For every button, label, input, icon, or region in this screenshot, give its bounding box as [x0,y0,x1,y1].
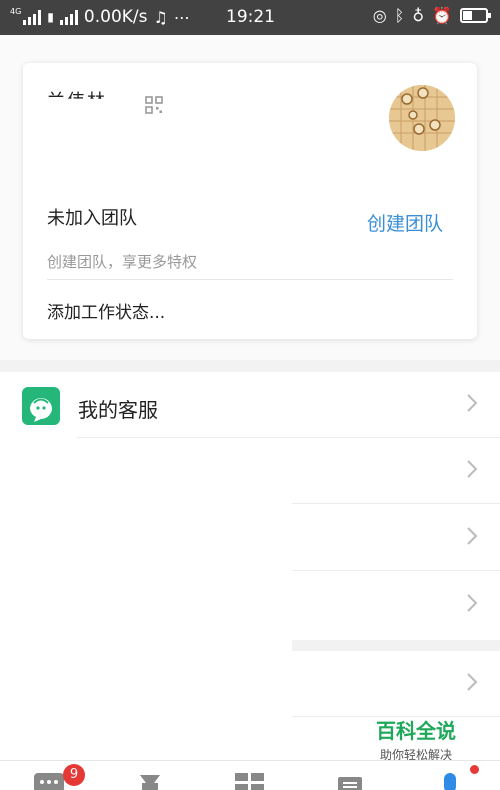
menu-item-label: 我的客服 [78,398,158,422]
card-divider [47,279,453,280]
battery-icon [460,8,491,23]
clock: 19:21 [226,7,275,27]
menu-item-customer-service[interactable]: 我的客服 [0,372,500,438]
me-notification-dot [470,765,479,774]
add-work-status[interactable]: 添加工作状态... [47,298,165,323]
message-badge: 9 [63,764,85,786]
create-team-link[interactable]: 创建团队 [367,209,443,236]
signal-icon [23,9,42,25]
customer-service-icon [22,387,60,425]
profile-card[interactable]: 兰伟林 未加入团队 创建团队 创建团队，享更多特权 添加工作状态... [23,63,477,339]
avatar-image [389,85,455,151]
menu-item[interactable] [0,572,500,638]
signal-2-icon [59,9,78,25]
bluetooth-icon: ᛒ [394,6,405,25]
chevron-right-icon [467,527,478,545]
more-dots-icon: ⋯ [173,7,190,27]
network-speed: 0.00K/s [83,7,148,27]
messages-tab-icon[interactable] [34,769,64,790]
team-status-label: 未加入团队 [47,208,137,229]
row-divider [292,570,500,571]
chevron-right-icon [467,460,478,478]
avatar[interactable] [389,85,455,151]
status-left: 4G ▮ 0.00K/s ♫ ⋯ [10,6,190,28]
section-gap [292,640,500,651]
status-right: ◎ ᛒ ♁ ⏰ [372,6,491,25]
watermark: 百科全说 助你轻松解决 [376,715,456,763]
network-type: 4G [10,6,22,16]
location-icon: ◎ [372,6,387,25]
user-name: 兰伟林 [47,91,107,112]
watermark-title: 百科全说 [376,719,456,743]
menu-item[interactable] [0,438,500,504]
menu-item[interactable] [0,651,500,717]
workbench-tab-icon[interactable] [235,769,265,790]
qr-code-icon[interactable] [145,96,163,114]
me-tab-icon[interactable] [441,769,459,790]
chevron-right-icon [467,394,478,412]
headset-icon: ♁ [412,6,425,25]
row-divider [292,503,500,504]
music-note-icon: ♫ [153,7,168,27]
sim-icon: ▮ [47,10,54,24]
alarm-icon: ⏰ [432,6,452,25]
menu-item[interactable] [0,505,500,571]
chevron-right-icon [467,594,478,612]
team-hint-text: 创建团队，享更多特权 [47,253,198,271]
status-bar: 4G ▮ 0.00K/s ♫ ⋯ 19:21 ◎ ᛒ ♁ ⏰ [0,0,500,35]
chevron-right-icon [467,673,478,691]
contacts-tab-icon[interactable] [336,769,364,790]
ding-tab-icon[interactable] [137,769,163,790]
